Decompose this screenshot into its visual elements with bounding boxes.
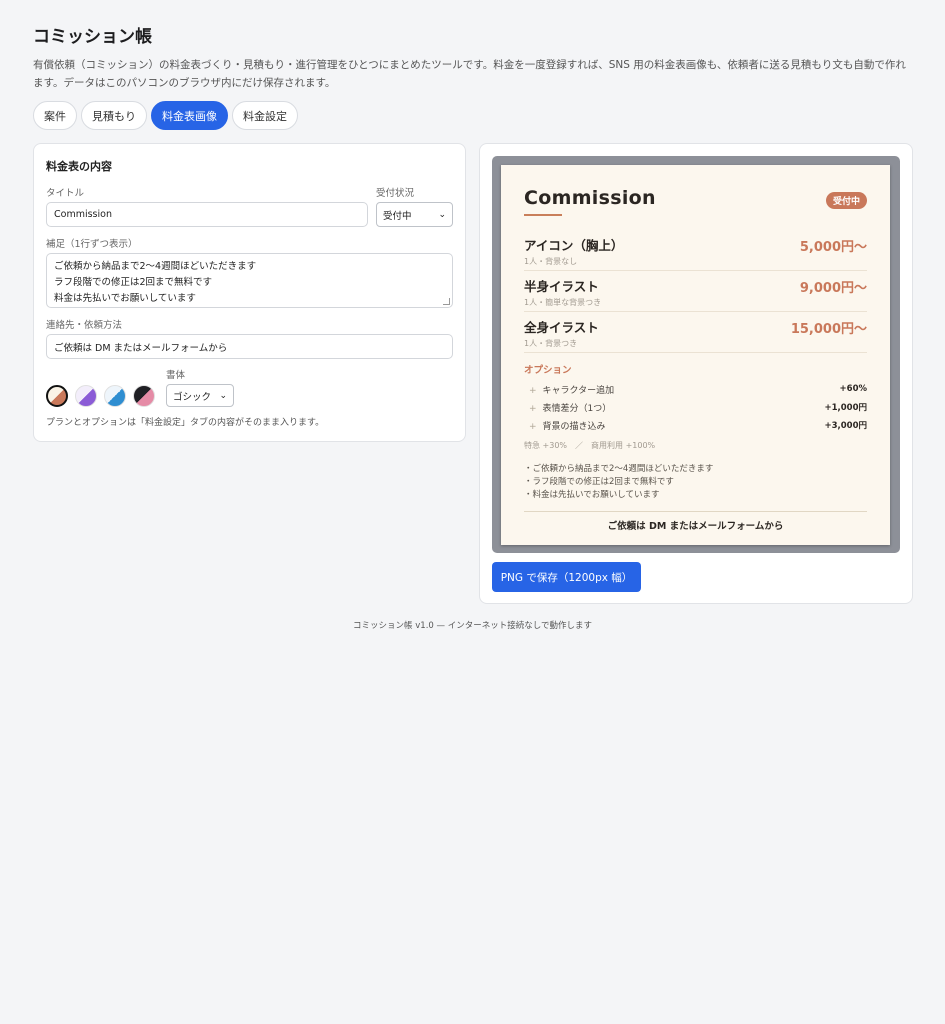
resize-handle-icon[interactable] (443, 298, 450, 305)
plan-sub: 1人・簡単な背景つき (524, 298, 602, 307)
theme-swatch-dark-pink[interactable] (133, 385, 155, 407)
status-badge: 受付中 (825, 192, 867, 209)
plan-price: 9,000円〜 (799, 281, 867, 296)
app: コミッション帳 有償依頼（コミッション）の料金表づくり・見積もり・進行管理をひと… (0, 0, 945, 631)
note-label: 補足（1行ずつ表示） (46, 239, 138, 250)
note-line: ラフ段階での修正は2回まで無料です (54, 277, 213, 288)
tab-estimate[interactable]: 見積もり (81, 101, 147, 130)
title-group: タイトル Commission (46, 185, 368, 227)
font-select[interactable]: ゴシック ⌄ (166, 384, 234, 407)
option-label: + 表情差分（1つ） (524, 401, 611, 414)
theme-row: 書体 ゴシック ⌄ (46, 367, 453, 407)
theme-swatch-terracotta[interactable] (46, 385, 68, 407)
note-textarea[interactable]: ご依頼から納品まで2〜4週間ほどいただきます ラフ段階での修正は2回まで無料です… (46, 253, 453, 308)
plus-icon: + (529, 403, 537, 414)
contact-input[interactable]: ご依頼は DM またはメールフォームから (46, 334, 453, 359)
price-card: Commission 受付中 アイコン（胸上） 1人・背景なし 5,000円〜 (501, 165, 890, 545)
plan-row: 半身イラスト 1人・簡単な背景つき 9,000円〜 (524, 271, 867, 312)
preview-contact: ご依頼は DM またはメールフォームから (524, 511, 867, 532)
preview-note-line: ・ご依頼から納品まで2〜4週間ほどいただきます (524, 464, 714, 474)
font-group: 書体 ゴシック ⌄ (166, 367, 234, 407)
plan-info: 半身イラスト 1人・簡単な背景つき (524, 276, 601, 308)
theme-swatch-violet[interactable] (75, 385, 97, 407)
option-label: + 背景の描き込み (524, 419, 606, 432)
font-label: 書体 (166, 370, 186, 381)
plan-sub: 1人・背景なし (524, 257, 578, 266)
status-select[interactable]: 受付中 ⌄ (376, 202, 453, 227)
option-price: +60% (839, 384, 867, 394)
theme-swatch-blue[interactable] (104, 385, 126, 407)
status-label: 受付状況 (376, 188, 415, 199)
form-section-title: 料金表の内容 (46, 160, 112, 173)
note-line: 料金は先払いでお願いしています (54, 293, 196, 304)
preview-note-line: ・料金は先払いでお願いしています (524, 490, 660, 500)
note-line: ご依頼から納品まで2〜4週間ほどいただきます (54, 261, 257, 272)
save-png-button[interactable]: PNG で保存（1200px 幅） (492, 562, 641, 592)
footer: コミッション帳 v1.0 — インターネット接続なしで動作します (353, 621, 592, 631)
tab-bar: 案件 見積もり 料金表画像 料金設定 (33, 101, 912, 130)
content-form-panel: 料金表の内容 タイトル Commission 受付状況 受付中 ⌄ 補足（1行ず… (33, 143, 466, 442)
plan-name: 半身イラスト (524, 279, 599, 294)
tab-cases[interactable]: 案件 (33, 101, 77, 130)
extra-charges: 特急 +30% ／ 商用利用 +100% (524, 441, 656, 450)
plan-info: アイコン（胸上） 1人・背景なし (524, 235, 623, 267)
option-row: + キャラクター追加 +60% (524, 380, 867, 398)
plan-price: 5,000円〜 (799, 240, 867, 255)
title-label: タイトル (46, 188, 85, 199)
plan-price: 15,000円〜 (790, 322, 867, 337)
option-row: + 表情差分（1つ） +1,000円 (524, 398, 867, 416)
plus-icon: + (529, 421, 537, 432)
status-group: 受付状況 受付中 ⌄ (376, 185, 453, 227)
title-input[interactable]: Commission (46, 202, 368, 227)
plan-name: アイコン（胸上） (524, 238, 624, 253)
options-title: オプション (524, 365, 572, 376)
option-label: + キャラクター追加 (524, 383, 614, 396)
tab-price-settings[interactable]: 料金設定 (232, 101, 298, 130)
plus-icon: + (529, 385, 537, 396)
plan-list: アイコン（胸上） 1人・背景なし 5,000円〜 半身イラスト 1人・簡単な背景… (524, 230, 867, 353)
title-underline (524, 214, 562, 216)
price-card-title-block: Commission (524, 187, 656, 216)
contact-label: 連絡先・依頼方法 (46, 320, 123, 331)
tab-price-image[interactable]: 料金表画像 (151, 101, 228, 130)
preview-frame: Commission 受付中 アイコン（胸上） 1人・背景なし 5,000円〜 (492, 156, 900, 553)
plan-sub: 1人・背景つき (524, 339, 578, 348)
plan-name: 全身イラスト (524, 320, 599, 335)
preview-note-line: ・ラフ段階での修正は2回まで無料です (524, 477, 674, 487)
plan-info: 全身イラスト 1人・背景つき (524, 317, 599, 349)
preview-panel: Commission 受付中 アイコン（胸上） 1人・背景なし 5,000円〜 (479, 143, 913, 604)
price-card-header: Commission 受付中 (524, 187, 867, 216)
preview-notes: ・ご依頼から納品まで2〜4週間ほどいただきます ・ラフ段階での修正は2回まで無料… (524, 463, 867, 502)
status-select-value: 受付中 (383, 210, 412, 222)
font-select-value: ゴシック (173, 391, 212, 403)
option-name: キャラクター追加 (542, 385, 615, 396)
option-row: + 背景の描き込み +3,000円 (524, 416, 867, 434)
price-card-title: Commission (524, 187, 656, 209)
option-name: 表情差分（1つ） (542, 403, 612, 414)
app-title: コミッション帳 (33, 27, 152, 47)
plan-row: 全身イラスト 1人・背景つき 15,000円〜 (524, 312, 867, 353)
chevron-down-icon: ⌄ (219, 390, 227, 401)
app-description: 有償依頼（コミッション）の料金表づくり・見積もり・進行管理をひとつにまとめたツー… (33, 59, 906, 89)
option-name: 背景の描き込み (542, 421, 606, 432)
plan-row: アイコン（胸上） 1人・背景なし 5,000円〜 (524, 230, 867, 271)
option-price: +3,000円 (824, 421, 867, 431)
title-status-row: タイトル Commission 受付状況 受付中 ⌄ (46, 185, 453, 227)
option-price: +1,000円 (824, 403, 867, 413)
chevron-down-icon: ⌄ (438, 209, 446, 220)
main-columns: 料金表の内容 タイトル Commission 受付状況 受付中 ⌄ 補足（1行ず… (33, 143, 913, 604)
form-footnote: プランとオプションは「料金設定」タブの内容がそのまま入ります。 (46, 418, 325, 428)
